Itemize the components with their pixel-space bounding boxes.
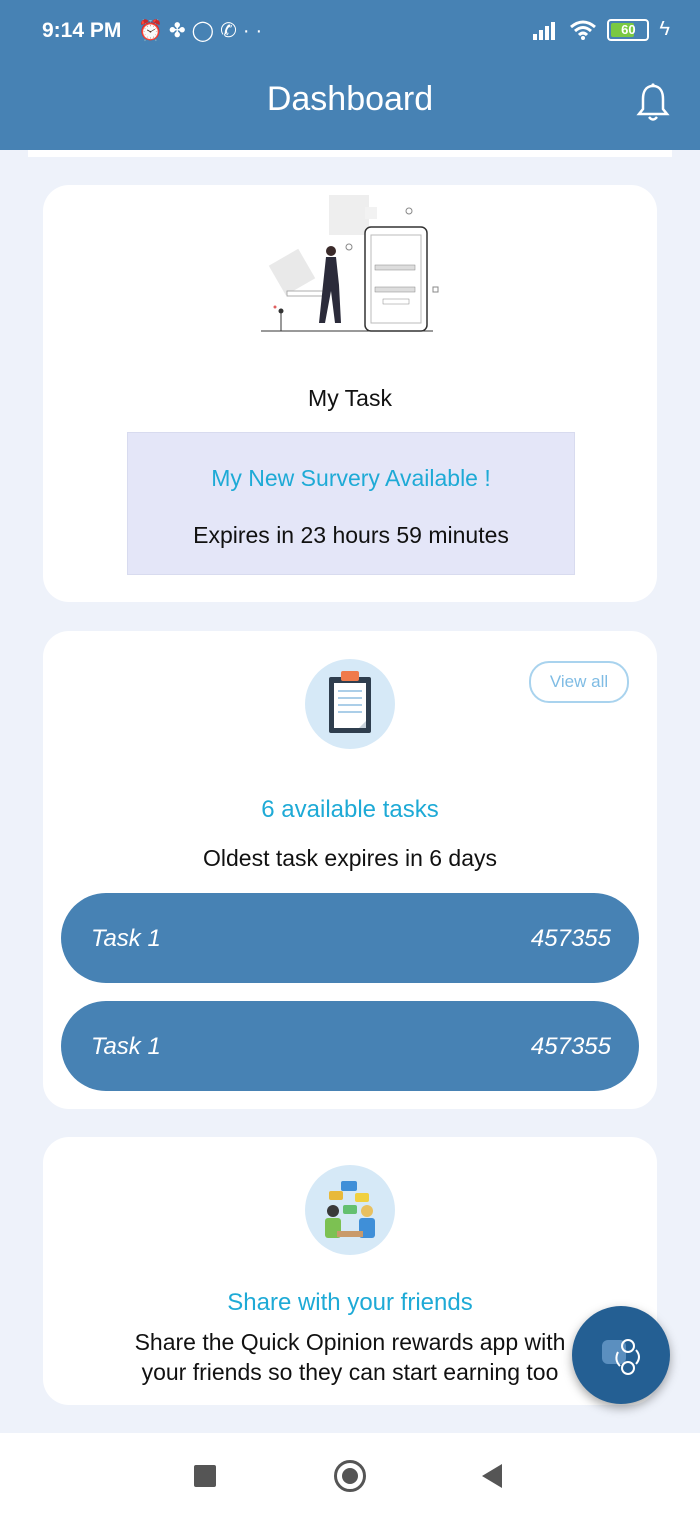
status-right-icons: 60 ϟ xyxy=(533,18,670,41)
rewards-exchange-button[interactable] xyxy=(572,1306,670,1404)
my-task-card[interactable]: My Task My New Survery Available ! Expir… xyxy=(43,185,657,602)
page-title: Dashboard xyxy=(266,80,434,118)
people-chat-icon xyxy=(305,1165,395,1255)
header-divider xyxy=(28,150,672,157)
oldest-task-text: Oldest task expires in 6 days xyxy=(202,845,498,871)
status-left-icons: ⏰✤◯✆·· xyxy=(138,18,268,43)
fan-icon: ✤ xyxy=(168,20,192,42)
charging-icon: ϟ xyxy=(659,18,670,40)
clipboard-icon xyxy=(305,659,395,749)
task-value: 457355 xyxy=(530,1033,611,1060)
bell-icon[interactable] xyxy=(636,82,670,122)
battery-icon: 60 xyxy=(607,18,650,41)
share-description: Share the Quick Opinion rewards app with… xyxy=(134,1329,566,1385)
circle-icon: ◯ xyxy=(191,20,221,42)
system-nav-bar xyxy=(0,1433,700,1518)
more-dots-icon: ·· xyxy=(242,20,269,42)
status-bar: 9:14 PM ⏰✤◯✆·· 60 ϟ xyxy=(0,0,700,62)
call-icon: ✆ xyxy=(220,20,243,42)
signal-icon xyxy=(533,21,556,40)
task-name: Task 1 xyxy=(91,1033,161,1060)
tasks-card: View all 6 available tasks Oldest task e… xyxy=(43,631,657,1109)
view-all-button[interactable]: View all xyxy=(529,661,629,703)
available-tasks-count: 6 available tasks xyxy=(261,796,439,823)
back-icon[interactable] xyxy=(482,1464,502,1488)
my-task-heading: My Task xyxy=(308,385,392,411)
survey-title: My New Survery Available ! xyxy=(211,465,491,491)
survey-banner[interactable]: My New Survery Available ! Expires in 23… xyxy=(127,432,575,575)
share-title: Share with your friends xyxy=(227,1289,473,1316)
task-item[interactable]: Task 1 457355 xyxy=(61,1001,639,1091)
task-illustration xyxy=(261,195,439,332)
alarm-icon: ⏰ xyxy=(138,20,169,42)
wifi-icon xyxy=(570,20,597,40)
home-icon[interactable] xyxy=(334,1460,366,1492)
currency-exchange-icon xyxy=(602,1339,640,1375)
survey-expiry: Expires in 23 hours 59 minutes xyxy=(193,522,509,548)
status-time: 9:14 PM xyxy=(42,19,122,42)
recents-icon[interactable] xyxy=(194,1465,216,1487)
app-bar: Dashboard xyxy=(0,62,700,150)
task-value: 457355 xyxy=(530,925,611,952)
share-card[interactable]: Share with your friends Share the Quick … xyxy=(43,1137,657,1405)
task-item[interactable]: Task 1 457355 xyxy=(61,893,639,983)
battery-level: 60 xyxy=(621,21,636,37)
task-name: Task 1 xyxy=(91,925,161,952)
